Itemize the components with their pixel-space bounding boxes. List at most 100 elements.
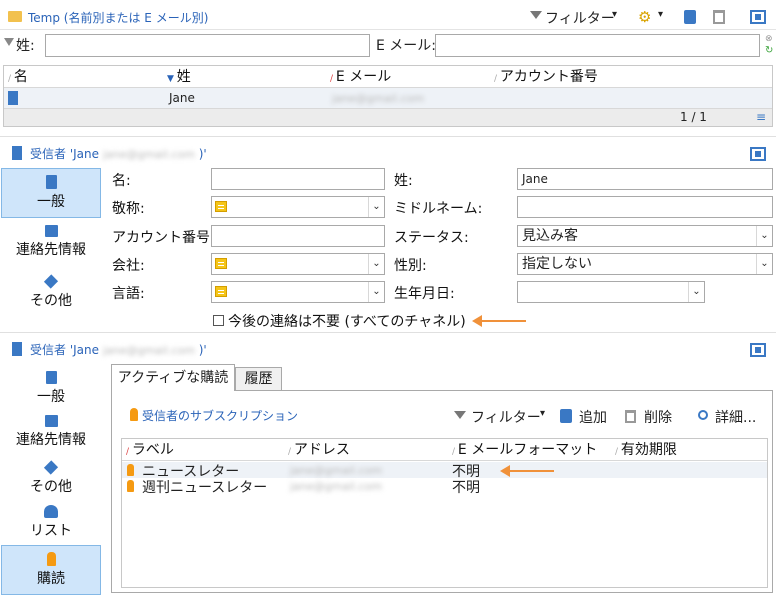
- sidebar-item-other[interactable]: その他: [1, 459, 101, 499]
- recipient-title-prefix: 受信者 'Jane: [30, 147, 99, 161]
- chevron-down-icon[interactable]: ⌄: [688, 282, 704, 302]
- maximize-icon[interactable]: [750, 343, 766, 357]
- col-label[interactable]: ∕ ラベル: [126, 439, 174, 461]
- middle-name-label: ミドルネーム:: [394, 201, 483, 217]
- status-value: 見込み客: [522, 228, 578, 244]
- details-button[interactable]: 詳細...: [715, 407, 756, 427]
- clipboard-icon: [45, 175, 57, 189]
- no-contact-checkbox[interactable]: [213, 315, 224, 326]
- chevron-down-icon[interactable]: ⌄: [756, 254, 772, 274]
- chevron-down-icon[interactable]: ⌄: [368, 197, 384, 217]
- row-email: jane@gmail.com: [332, 92, 425, 105]
- person-icon: [12, 146, 22, 160]
- chevron-down-icon[interactable]: ▾: [658, 9, 663, 20]
- sidebar-item-other[interactable]: その他: [1, 273, 101, 317]
- menu-icon[interactable]: ≡: [756, 110, 766, 124]
- table-row[interactable]: Jane jane@gmail.com: [4, 88, 772, 108]
- col-account[interactable]: ∕ アカウント番号: [494, 66, 598, 88]
- row-address: jane@gmail.com: [290, 464, 383, 477]
- salutation-label: 敬称:: [112, 201, 145, 217]
- person-orange-icon: [46, 552, 56, 566]
- list-icon: [215, 201, 227, 212]
- callout-arrowhead: [472, 315, 482, 327]
- col-expiry[interactable]: ∕ 有効期限: [615, 439, 677, 461]
- trash-icon[interactable]: [625, 410, 636, 423]
- table-row[interactable]: ニュースレター jane@gmail.com 不明: [122, 462, 767, 480]
- sidebar-item-contact[interactable]: 連絡先情報: [1, 223, 101, 267]
- sidebar-item-general[interactable]: 一般: [1, 168, 101, 218]
- sidebar-label: その他: [30, 293, 72, 309]
- tab-label: 履歴: [244, 371, 273, 387]
- col-email-format[interactable]: ∕ E メールフォーマット: [452, 439, 597, 461]
- middle-name-input[interactable]: [517, 196, 773, 218]
- language-select[interactable]: ⌄: [211, 281, 385, 303]
- tab-history[interactable]: 履歴: [235, 367, 282, 391]
- sidebar-item-subscriptions[interactable]: 購読: [1, 545, 101, 595]
- gear-add-icon[interactable]: ⚙: [638, 8, 651, 26]
- add-subscription-button[interactable]: 追加: [579, 407, 607, 427]
- table-row[interactable]: 週刊ニュースレター jane@gmail.com 不明: [122, 478, 767, 496]
- sidebar-item-list[interactable]: リスト: [1, 503, 101, 543]
- chevron-down-icon[interactable]: ▾: [540, 408, 545, 419]
- contact-card-icon: [44, 225, 58, 237]
- account-label: アカウント番号:: [112, 230, 215, 246]
- last-name-input[interactable]: Jane: [517, 168, 773, 190]
- maximize-icon[interactable]: [750, 147, 766, 161]
- company-select[interactable]: ⌄: [211, 253, 385, 275]
- status-select[interactable]: 見込み客 ⌄: [517, 225, 773, 247]
- sidebar-label: 購読: [37, 571, 65, 587]
- person-icon: [8, 91, 18, 105]
- chevron-down-icon[interactable]: ▾: [612, 9, 617, 20]
- recipient-title-bar: 受信者 'Jane jane@gmail.com )': [0, 139, 776, 165]
- birth-date-picker[interactable]: ⌄: [517, 281, 705, 303]
- recipient-title-suffix: )': [198, 147, 207, 161]
- results-table: ∕ 名 ▼ 姓 ∕ E メール ∕ アカウント番号 Jane jane@gmai…: [3, 65, 773, 127]
- top-filter-button[interactable]: フィルター: [545, 8, 615, 28]
- row-last-name: Jane: [169, 91, 195, 105]
- chevron-down-icon[interactable]: ⌄: [756, 226, 772, 246]
- sidebar-item-general[interactable]: 一般: [1, 369, 101, 409]
- trash-icon[interactable]: [713, 10, 725, 24]
- subscription-title-email: jane@gmail.com: [102, 344, 195, 357]
- col-email[interactable]: ∕ E メール: [330, 66, 391, 88]
- results-header: ∕ 名 ▼ 姓 ∕ E メール ∕ アカウント番号: [4, 66, 772, 88]
- col-last-name[interactable]: ▼ 姓: [167, 66, 191, 88]
- pager-text: 1 / 1: [680, 110, 707, 124]
- person-icon: [12, 342, 22, 356]
- chevron-down-icon[interactable]: ⌄: [368, 282, 384, 302]
- recipient-add-icon[interactable]: [684, 10, 696, 24]
- chevron-down-icon[interactable]: ⌄: [368, 254, 384, 274]
- callout-arrow-icon: [506, 470, 554, 472]
- subscribe-add-icon[interactable]: [560, 409, 572, 423]
- email-search-input[interactable]: [435, 34, 760, 57]
- gender-select[interactable]: 指定しない ⌄: [517, 253, 773, 275]
- filter-funnel-icon[interactable]: [454, 411, 466, 419]
- pager-bar: 1 / 1 ≡: [4, 108, 772, 126]
- clear-icon[interactable]: ⊗: [765, 34, 773, 44]
- search-icon[interactable]: [698, 410, 708, 420]
- salutation-select[interactable]: ⌄: [211, 196, 385, 218]
- cube-icon: [43, 460, 59, 475]
- first-name-label: 名:: [112, 173, 131, 189]
- account-input[interactable]: [211, 225, 385, 247]
- maximize-icon[interactable]: [750, 10, 766, 24]
- top-panel: Temp (名前別または E メール別) フィルター ▾ ⚙ ▾ 姓: E メー…: [0, 0, 776, 130]
- sidebar-label: 連絡先情報: [16, 432, 86, 448]
- first-name-input[interactable]: [211, 168, 385, 190]
- col-first-name[interactable]: ∕ 名: [8, 66, 28, 88]
- subscription-filter-button[interactable]: フィルター: [471, 407, 541, 427]
- subscription-panel: 受信者 'Jane jane@gmail.com )' 一般 連絡先情報 その他…: [0, 332, 776, 595]
- refresh-icon[interactable]: ↻: [765, 45, 773, 56]
- clipboard-icon: [45, 371, 57, 384]
- row-label: 週刊ニュースレター: [142, 480, 268, 496]
- people-icon: [44, 505, 58, 518]
- sidebar-item-contact[interactable]: 連絡先情報: [1, 413, 101, 453]
- last-name-search-input[interactable]: [45, 34, 370, 57]
- tab-active-subscriptions[interactable]: アクティブな購読: [111, 364, 235, 391]
- list-icon: [215, 258, 227, 269]
- col-address[interactable]: ∕ アドレス: [288, 439, 350, 461]
- subscription-toolbar-title: 受信者のサブスクリプション: [142, 409, 299, 423]
- filter-funnel-icon[interactable]: [530, 11, 542, 19]
- delete-subscription-button[interactable]: 削除: [644, 407, 672, 427]
- subscription-table: ∕ ラベル ∕ アドレス ∕ E メールフォーマット ∕ 有効期限 ニュースレタ…: [121, 438, 768, 588]
